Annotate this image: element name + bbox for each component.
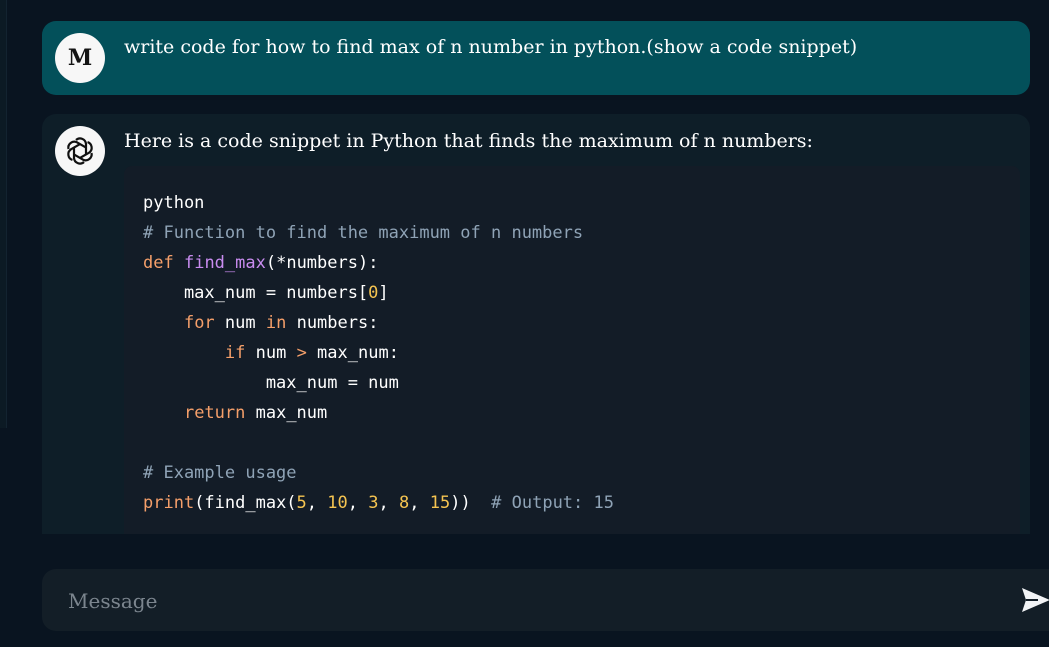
code-lines: python # Function to find the maximum of … (143, 188, 614, 518)
code-token: 10 (327, 493, 348, 513)
code-block: python # Function to find the maximum of … (124, 166, 1020, 534)
code-token: 3 (368, 493, 379, 513)
code-token: numbers: (286, 313, 379, 333)
code-token: (*numbers): (265, 253, 379, 273)
code-token: 5 (296, 493, 307, 513)
assistant-message: Here is a code snippet in Python that fi… (42, 114, 1030, 534)
code-token: , (409, 493, 430, 513)
code-token: max_num (245, 403, 328, 423)
code-token: # Output: 15 (491, 493, 614, 513)
code-line: return max_num (143, 398, 614, 428)
code-token: , (378, 493, 399, 513)
code-token: in (265, 313, 287, 333)
code-token: return (183, 403, 246, 423)
code-token: num (214, 313, 266, 333)
code-line: print(find_max(5, 10, 3, 8, 15)) # Outpu… (143, 488, 614, 518)
user-message-text: write code for how to find max of n numb… (124, 36, 858, 58)
openai-logo-icon (55, 126, 105, 176)
code-token: def (143, 253, 174, 273)
assistant-intro-text: Here is a code snippet in Python that fi… (124, 130, 813, 152)
code-line: # Function to find the maximum of n numb… (143, 218, 614, 248)
code-token: 0 (368, 283, 379, 303)
code-token: , (347, 493, 369, 513)
code-token: max_num = num (143, 373, 399, 393)
code-token: num (245, 343, 297, 363)
code-line: max_num = numbers[0] (143, 278, 614, 308)
message-composer (42, 569, 1049, 633)
message-input[interactable] (66, 569, 1010, 633)
code-token: # Function to find the maximum of n numb… (143, 223, 584, 243)
user-avatar: M (55, 33, 105, 83)
code-line: max_num = num (143, 368, 614, 398)
sidebar-edge (0, 0, 7, 428)
code-token: if (224, 343, 246, 363)
code-token: 8 (398, 493, 410, 513)
code-token: print (143, 493, 195, 513)
code-token: for (183, 313, 215, 333)
code-token: 15 (429, 493, 451, 513)
code-token: )) (450, 493, 492, 513)
code-line: # Example usage (143, 458, 614, 488)
code-token: (find_max( (194, 493, 297, 513)
user-message: M write code for how to find max of n nu… (42, 21, 1030, 95)
code-line: if num > max_num: (143, 338, 614, 368)
code-token: python (143, 193, 205, 213)
code-token: , (306, 493, 328, 513)
send-arrow-icon (1022, 588, 1049, 612)
code-token: # Example usage (143, 463, 297, 483)
code-token: > (296, 343, 307, 363)
send-button[interactable] (1020, 585, 1049, 615)
code-token: max_num = numbers[ (143, 283, 369, 303)
code-token: find_max (183, 253, 266, 273)
code-line: python (143, 188, 614, 218)
code-line: def find_max(*numbers): (143, 248, 614, 278)
code-token: max_num: (306, 343, 399, 363)
code-line: for num in numbers: (143, 308, 614, 338)
code-token: ] (378, 283, 389, 303)
chat-page: M write code for how to find max of n nu… (0, 0, 1049, 647)
